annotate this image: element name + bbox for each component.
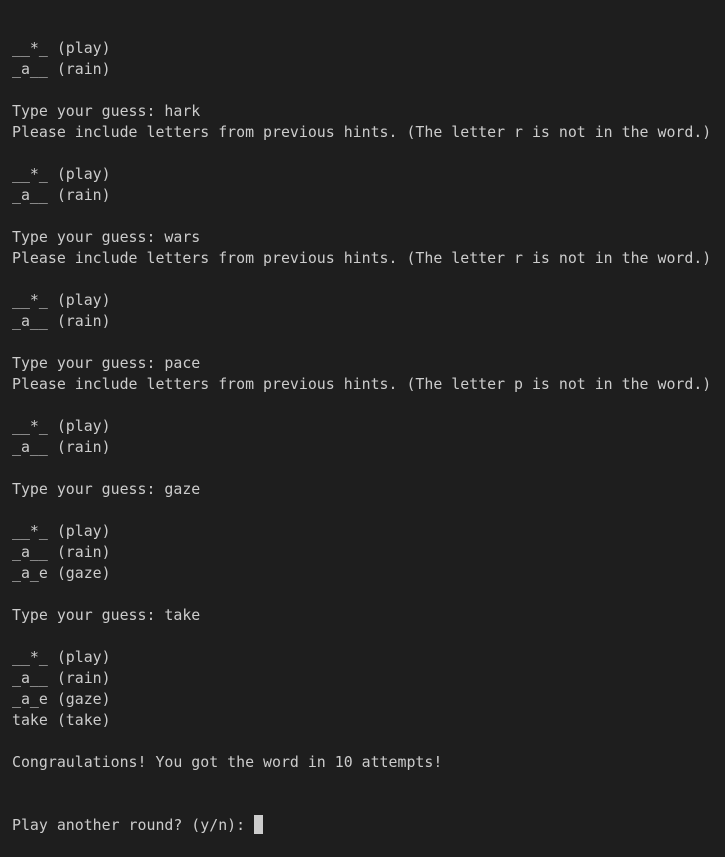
terminal-line: Type your guess: pace: [12, 354, 201, 372]
terminal-line: _a__ (rain): [12, 60, 111, 78]
terminal-line: _a__ (rain): [12, 186, 111, 204]
terminal-line: Type your guess: gaze: [12, 480, 201, 498]
prompt-text: Play another round? (y/n):: [12, 816, 255, 834]
terminal-line: __*_ (play): [12, 165, 111, 183]
terminal-output[interactable]: __*_ (play) _a__ (rain) Type your guess: h…: [12, 0, 725, 857]
terminal-line: _a__ (rain): [12, 312, 111, 330]
terminal-line: take (take): [12, 711, 111, 729]
terminal-line: _a__ (rain): [12, 543, 111, 561]
terminal-line: Type your guess: hark: [12, 102, 201, 120]
terminal-line: Type your guess: wars: [12, 228, 201, 246]
terminal-line: _a_e (gaze): [12, 690, 111, 708]
terminal-line: __*_ (play): [12, 39, 111, 57]
terminal-lines: __*_ (play) _a__ (rain) Type your guess: h…: [12, 38, 725, 773]
terminal-line: Type your guess: take: [12, 606, 201, 624]
terminal-line: _a_e (gaze): [12, 564, 111, 582]
input-prompt-line[interactable]: Play another round? (y/n):: [12, 815, 725, 836]
terminal-line: __*_ (play): [12, 522, 111, 540]
terminal-line: _a__ (rain): [12, 669, 111, 687]
terminal-line: __*_ (play): [12, 417, 111, 435]
terminal-line: __*_ (play): [12, 648, 111, 666]
terminal-line: Please include letters from previous hin…: [12, 249, 712, 267]
terminal-line: _a__ (rain): [12, 438, 111, 456]
text-cursor: [254, 815, 264, 834]
terminal-line: Please include letters from previous hin…: [12, 375, 712, 393]
terminal-line: Please include letters from previous hin…: [12, 123, 712, 141]
terminal-line: __*_ (play): [12, 291, 111, 309]
